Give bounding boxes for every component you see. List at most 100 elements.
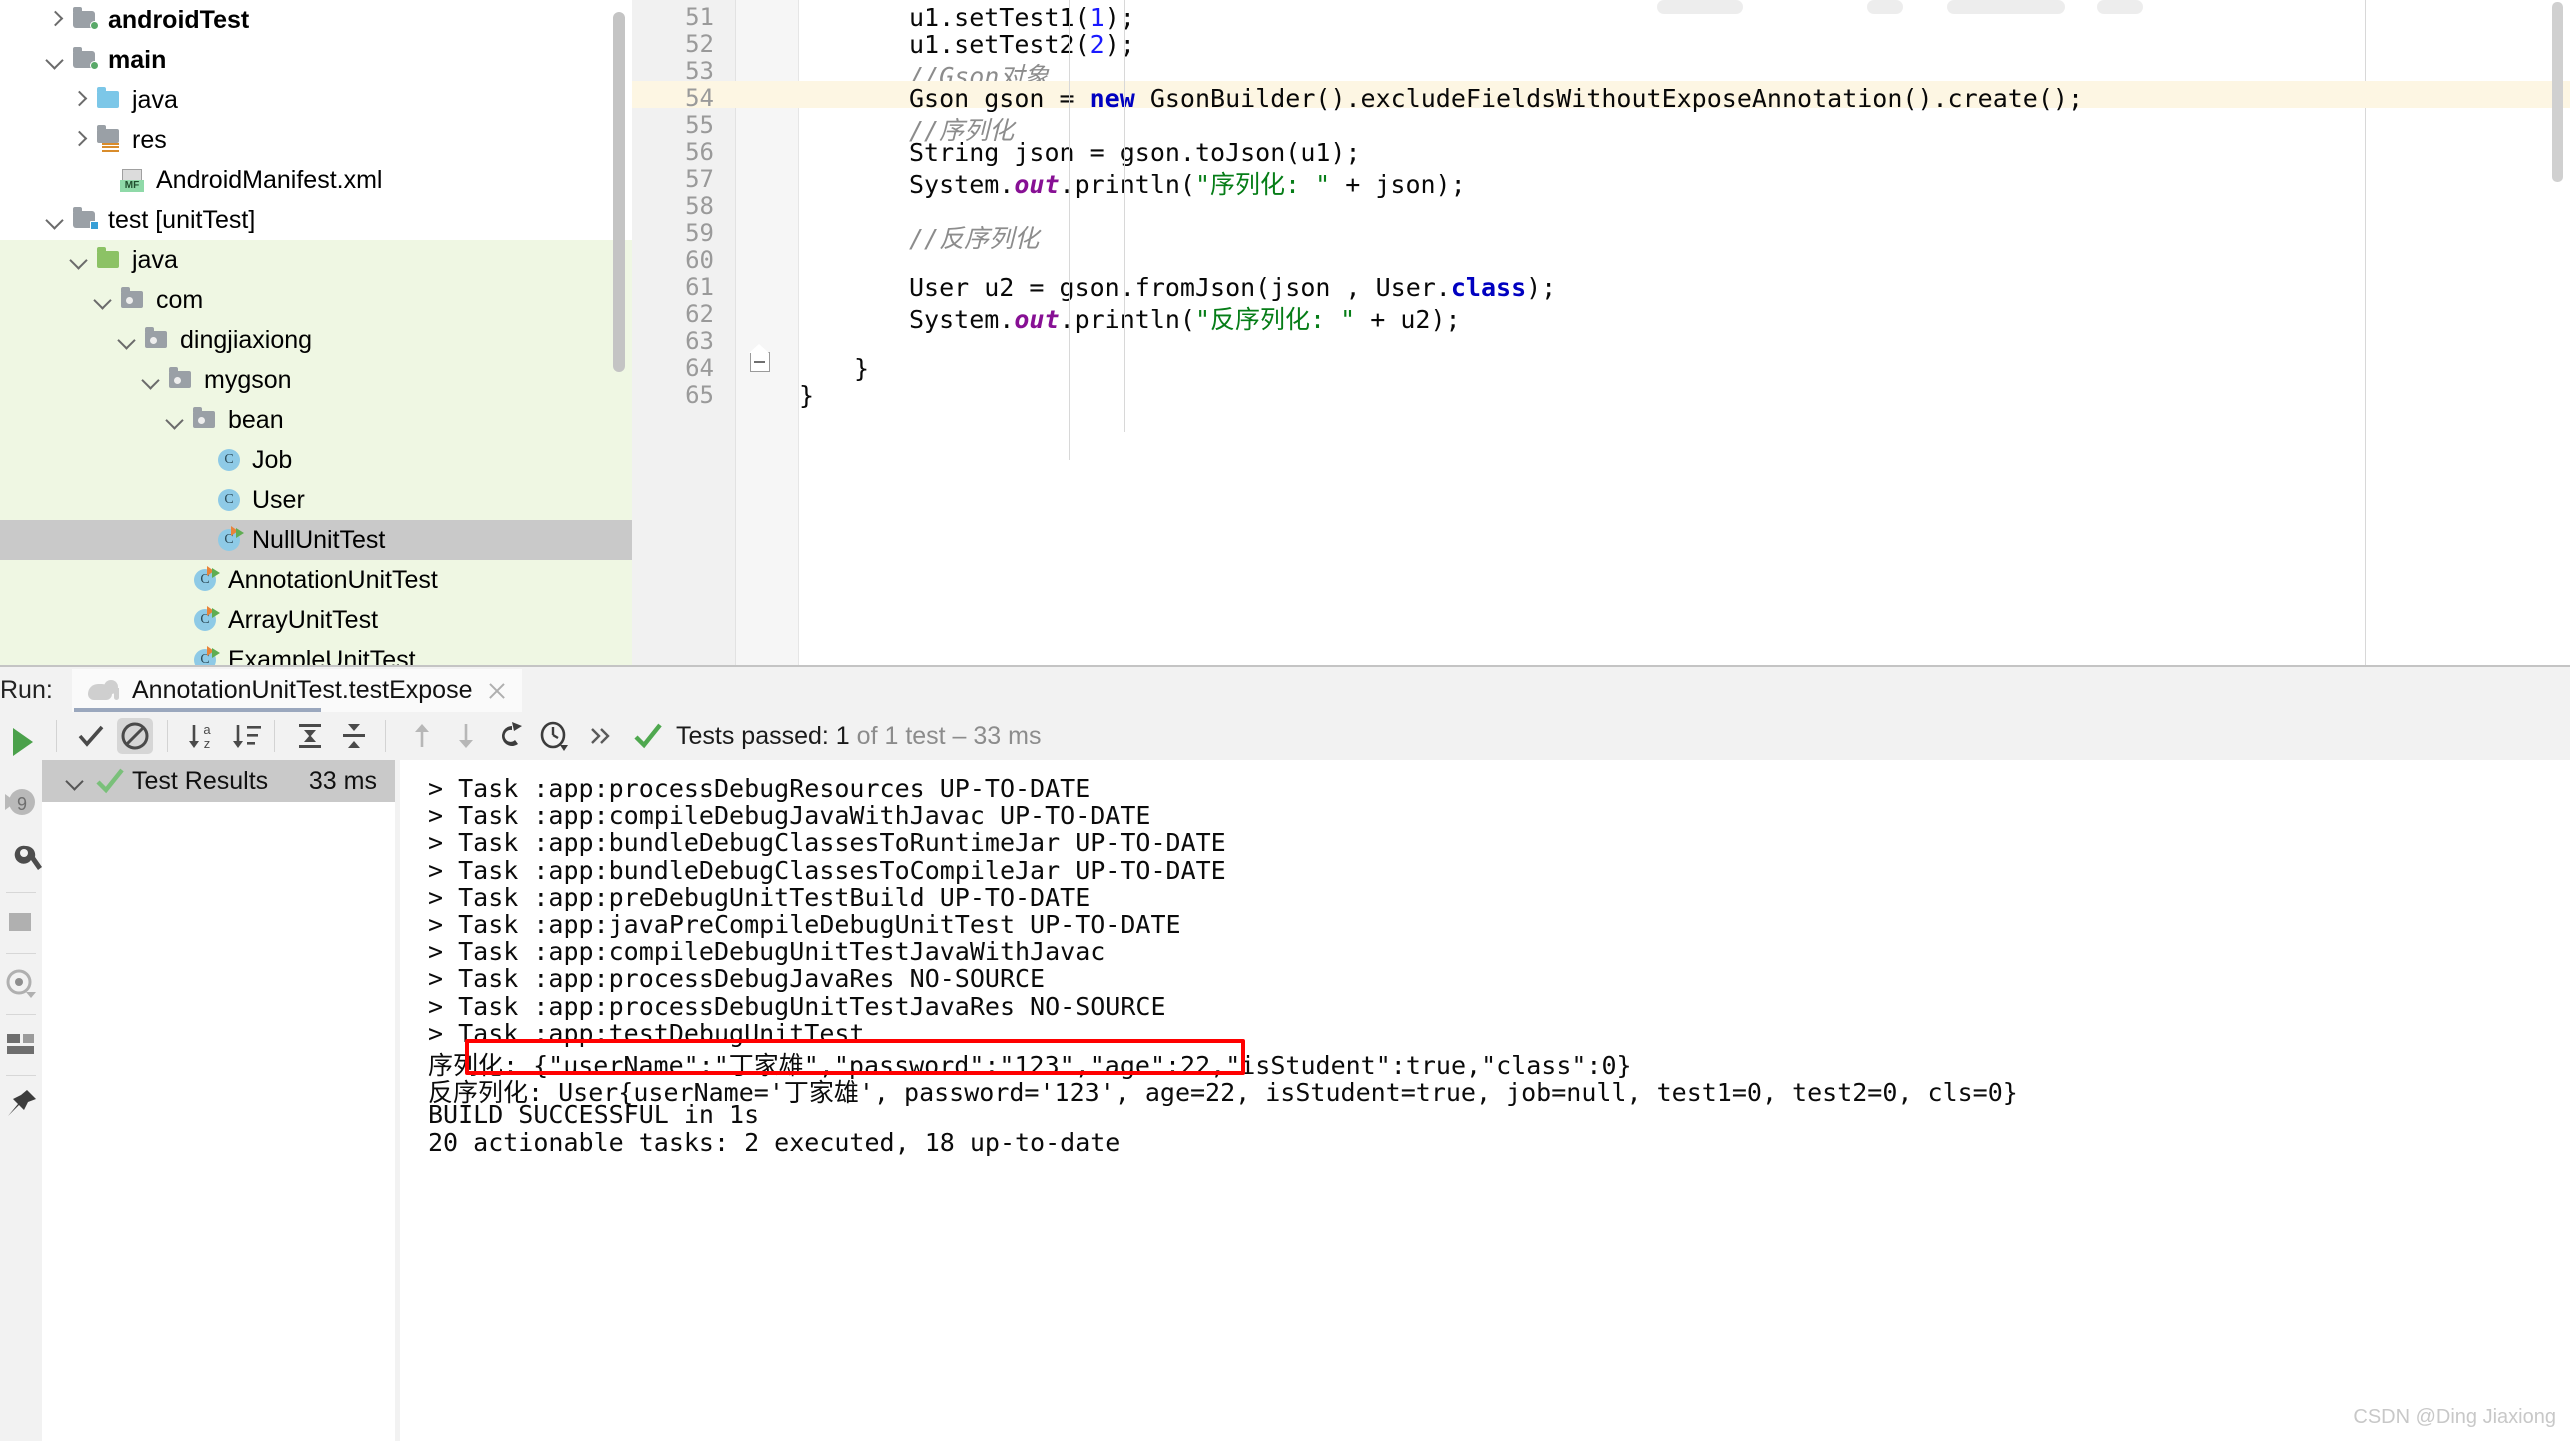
tree-item-res[interactable]: res xyxy=(0,120,632,160)
chevron-down-icon[interactable] xyxy=(90,287,116,313)
tree-item-java[interactable]: java xyxy=(0,240,632,280)
code-line[interactable] xyxy=(799,246,909,273)
chevron-right-icon[interactable] xyxy=(66,127,92,153)
code-line[interactable]: User u2 = gson.fromJson(json , User.clas… xyxy=(799,273,1556,302)
package-folder-icon xyxy=(190,407,220,433)
run-panel-header: Run: AnnotationUnitTest.testExpose xyxy=(0,667,2570,712)
chevron-down-icon[interactable] xyxy=(138,367,164,393)
prev-failed-icon[interactable] xyxy=(404,718,440,754)
code-editor[interactable]: 51 u1.setTest1(1); 52 u1.setTest2(2); 53//Gs… xyxy=(632,0,2570,665)
chevron-down-icon[interactable] xyxy=(42,207,68,233)
sort-by-duration-icon[interactable] xyxy=(228,718,264,754)
tab-chip xyxy=(1657,0,1743,14)
tree-item-androidmanifest-xml[interactable]: MF AndroidManifest.xml xyxy=(0,160,632,200)
toolbar-divider xyxy=(274,720,275,752)
green-check-icon xyxy=(94,766,128,796)
code-line[interactable]: //序列化 xyxy=(799,111,1014,145)
expand-all-icon[interactable] xyxy=(292,718,328,754)
svg-text:a: a xyxy=(203,722,211,737)
check-show-passed-icon[interactable] xyxy=(73,718,109,754)
chevron-down-icon[interactable] xyxy=(42,47,68,73)
tree-item-user[interactable]: C User xyxy=(0,480,632,520)
pin-icon[interactable] xyxy=(0,1076,42,1136)
indent-guide xyxy=(1069,0,1070,460)
layout-icon[interactable] xyxy=(0,1015,42,1075)
chevron-down-icon[interactable] xyxy=(62,768,88,794)
run-side-toolbar[interactable]: 9 xyxy=(0,712,42,1441)
tree-item-annotationunittest[interactable]: C AnnotationUnitTest xyxy=(0,560,632,600)
toolbar-divider xyxy=(167,720,168,752)
debug-icon[interactable]: 9 xyxy=(0,772,42,832)
stop-square-icon[interactable] xyxy=(0,893,42,953)
history-clock-icon[interactable] xyxy=(536,718,572,754)
tree-item-exampleunittest[interactable]: C ExampleUnitTest xyxy=(0,640,632,665)
code-line[interactable]: Gson gson = new GsonBuilder().excludeFie… xyxy=(799,84,2083,113)
code-line[interactable]: System.out.println("序列化: " + json); xyxy=(799,165,1466,199)
source-folder-icon xyxy=(70,7,100,33)
chevron-right-icon[interactable] xyxy=(66,87,92,113)
test-results-panel[interactable]: Test Results 33 ms xyxy=(42,760,395,1441)
code-line[interactable]: System.out.println("反序列化: " + u2); xyxy=(799,300,1461,334)
tree-item-mygson[interactable]: mygson xyxy=(0,360,632,400)
next-failed-icon[interactable] xyxy=(448,718,484,754)
ignore-tests-icon[interactable] xyxy=(117,718,153,754)
line-number: 52 xyxy=(685,30,714,58)
tree-scrollbar[interactable] xyxy=(613,12,625,372)
code-line[interactable] xyxy=(799,327,909,354)
editor-scrollbar[interactable] xyxy=(2552,2,2563,182)
console-line: > Task :app:bundleDebugClassesToCompileJ… xyxy=(428,855,1226,885)
gradle-icon[interactable] xyxy=(492,718,528,754)
code-line[interactable]: //反序列化 xyxy=(799,219,1039,253)
test-results-header[interactable]: Test Results 33 ms xyxy=(42,760,395,802)
build-wrench-icon[interactable] xyxy=(0,832,42,892)
tab-chip xyxy=(1947,0,2065,14)
code-line[interactable]: String json = gson.toJson(u1); xyxy=(799,138,1361,167)
code-line[interactable]: //Gson对象 xyxy=(799,57,1049,91)
run-play-icon[interactable] xyxy=(0,712,42,772)
more-chevrons-icon[interactable] xyxy=(582,718,618,754)
code-line[interactable]: } xyxy=(799,354,869,383)
manifest-file-icon: MF xyxy=(118,167,148,193)
chevron-down-icon[interactable] xyxy=(114,327,140,353)
code-line[interactable]: } xyxy=(799,381,814,410)
code-line[interactable] xyxy=(799,192,909,219)
java-test-class-icon: C xyxy=(190,646,220,665)
tree-item-job[interactable]: C Job xyxy=(0,440,632,480)
tree-item-arrayunittest[interactable]: C ArrayUnitTest xyxy=(0,600,632,640)
eye-watch-icon[interactable] xyxy=(0,954,42,1014)
code-line[interactable]: u1.setTest2(2); xyxy=(799,30,1135,59)
run-tab-label: AnnotationUnitTest.testExpose xyxy=(132,676,473,704)
java-test-class-icon: C xyxy=(190,566,220,593)
tree-item-label: mygson xyxy=(204,365,292,394)
sort-alphabetically-icon[interactable]: a z xyxy=(184,718,220,754)
tree-item-label: com xyxy=(156,285,204,314)
run-tab[interactable]: AnnotationUnitTest.testExpose xyxy=(72,669,523,712)
run-toolbar[interactable]: a z Tests passed: 1 of 1 test – 33 ms xyxy=(42,712,2570,760)
highlight-box xyxy=(465,1039,1245,1075)
console-output[interactable]: > Task :app:processDebugResources UP-TO-… xyxy=(400,760,2570,1441)
package-folder-icon xyxy=(118,287,148,313)
tree-item-nullunittest[interactable]: C NullUnitTest xyxy=(0,520,632,560)
collapse-all-icon[interactable] xyxy=(336,718,372,754)
tree-item-dingjiaxiong[interactable]: dingjiaxiong xyxy=(0,320,632,360)
fold-collapse-icon[interactable] xyxy=(749,344,770,372)
console-line: > Task :app:javaPreCompileDebugUnitTest … xyxy=(428,910,1181,939)
tree-item-java[interactable]: java xyxy=(0,80,632,120)
tree-item-test-unittest-[interactable]: test [unitTest] xyxy=(0,200,632,240)
java-class-icon: C xyxy=(214,487,244,513)
code-line[interactable]: u1.setTest1(1); xyxy=(799,3,1135,32)
tree-item-bean[interactable]: bean xyxy=(0,400,632,440)
tree-item-androidtest[interactable]: androidTest xyxy=(0,0,632,40)
chevron-right-icon[interactable] xyxy=(42,7,68,33)
close-icon[interactable] xyxy=(486,680,508,702)
svg-text:9: 9 xyxy=(17,794,27,814)
chevron-down-icon[interactable] xyxy=(162,407,188,433)
gradle-elephant-icon xyxy=(86,678,120,704)
tree-item-com[interactable]: com xyxy=(0,280,632,320)
project-tree[interactable]: androidTest main java res MF AndroidManifest.… xyxy=(0,0,632,665)
tests-passed-main: Tests passed: 1 xyxy=(676,722,850,750)
tree-item-main[interactable]: main xyxy=(0,40,632,80)
chevron-down-icon[interactable] xyxy=(66,247,92,273)
console-line: > Task :app:compileDebugUnitTestJavaWith… xyxy=(428,937,1106,967)
